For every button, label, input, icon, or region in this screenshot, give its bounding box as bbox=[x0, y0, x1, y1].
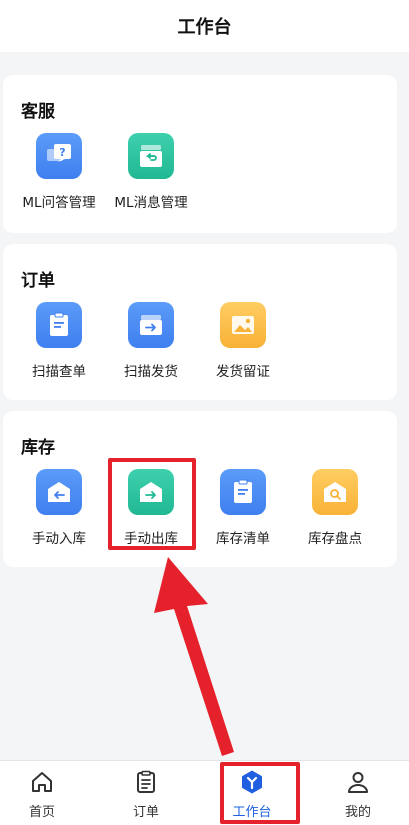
svg-text:?: ? bbox=[59, 146, 65, 159]
item-label: 库存清单 bbox=[216, 531, 270, 547]
image-icon bbox=[220, 302, 266, 348]
item-label: ML问答管理 bbox=[22, 195, 96, 211]
bottom-tab-bar: 首页 订单 工作台 我的 bbox=[0, 760, 409, 825]
item-label: ML消息管理 bbox=[114, 195, 188, 211]
inventory-list-button[interactable]: 库存清单 bbox=[197, 469, 289, 559]
qa-chat-icon: ? bbox=[36, 133, 82, 179]
message-return-icon bbox=[128, 133, 174, 179]
tab-label: 订单 bbox=[132, 805, 159, 820]
tab-label: 首页 bbox=[28, 805, 55, 820]
inventory-list-icon bbox=[220, 469, 266, 515]
tab-home[interactable]: 首页 bbox=[2, 769, 82, 825]
item-label: 手动出库 bbox=[124, 531, 178, 547]
ship-box-icon bbox=[128, 302, 174, 348]
inventory-check-button[interactable]: 库存盘点 bbox=[289, 469, 381, 559]
item-label: 扫描查单 bbox=[32, 364, 86, 380]
tab-orders[interactable]: 订单 bbox=[106, 769, 186, 825]
item-label: 扫描发货 bbox=[124, 364, 178, 380]
order-icon bbox=[137, 770, 155, 793]
clipboard-icon bbox=[36, 302, 82, 348]
tab-label: 我的 bbox=[344, 805, 371, 820]
manual-stock-in-button[interactable]: 手动入库 bbox=[13, 469, 105, 559]
profile-icon bbox=[348, 772, 368, 793]
section-inventory: 库存 手动入库 手动出库 库存清单 库存盘点 bbox=[3, 411, 397, 567]
item-label: 手动入库 bbox=[32, 531, 86, 547]
section-title: 客服 bbox=[21, 102, 55, 122]
shipping-evidence-button[interactable]: 发货留证 bbox=[197, 302, 289, 392]
stock-out-icon bbox=[128, 469, 174, 515]
manual-stock-out-button[interactable]: 手动出库 bbox=[105, 469, 197, 559]
tab-profile[interactable]: 我的 bbox=[318, 769, 398, 825]
section-title: 订单 bbox=[21, 271, 55, 291]
page-title: 工作台 bbox=[177, 17, 232, 38]
item-label: 发货留证 bbox=[216, 364, 270, 380]
stock-in-icon bbox=[36, 469, 82, 515]
section-title: 库存 bbox=[21, 438, 55, 458]
tab-workbench[interactable]: 工作台 bbox=[212, 769, 292, 825]
tab-label: 工作台 bbox=[232, 805, 272, 820]
section-customer-service: 客服 ? ML问答管理 ML消息管理 bbox=[3, 75, 397, 233]
inventory-check-icon bbox=[312, 469, 358, 515]
page-header: 工作台 bbox=[0, 0, 409, 52]
scan-check-order-button[interactable]: 扫描查单 bbox=[13, 302, 105, 392]
home-icon bbox=[32, 772, 52, 792]
scan-ship-button[interactable]: 扫描发货 bbox=[105, 302, 197, 392]
ml-qa-management-button[interactable]: ? ML问答管理 bbox=[13, 133, 105, 223]
workbench-icon bbox=[242, 770, 262, 794]
section-orders: 订单 扫描查单 扫描发货 发货留证 bbox=[3, 244, 397, 400]
ml-message-management-button[interactable]: ML消息管理 bbox=[105, 133, 197, 223]
item-label: 库存盘点 bbox=[308, 531, 362, 547]
